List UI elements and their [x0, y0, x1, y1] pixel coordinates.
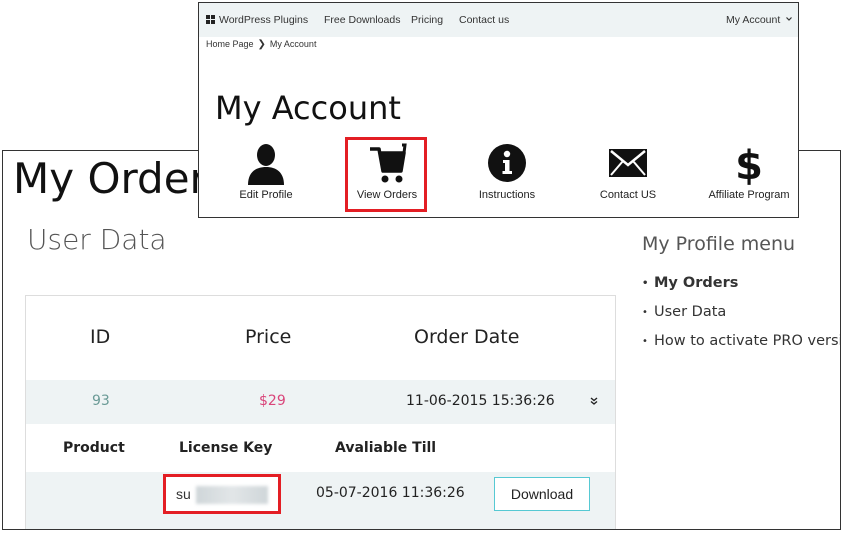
nav-item-pricing[interactable]: Pricing: [411, 14, 443, 26]
tile-affiliate-program[interactable]: $ Affiliate Program: [699, 143, 798, 211]
available-till-date: 05-07-2016 11:36:26: [316, 485, 465, 501]
nav-brand-link[interactable]: WordPress Plugins: [219, 14, 308, 26]
tile-label: Contact US: [599, 189, 657, 201]
product-header-row: Product License Key Avaliable Till: [26, 424, 615, 472]
license-key-redaction: [196, 486, 268, 504]
grid-icon: [206, 15, 215, 24]
order-price: $29: [259, 393, 286, 409]
breadcrumb-separator-icon: ❯: [257, 39, 266, 50]
account-menu-label: My Account: [726, 14, 781, 26]
tile-label: Instructions: [478, 189, 536, 201]
info-icon: [488, 144, 526, 182]
license-key-highlight: su: [163, 474, 281, 514]
license-key-value[interactable]: su: [176, 486, 191, 502]
profile-menu-item-my-orders[interactable]: My Orders: [642, 275, 840, 304]
profile-menu-item-activate-pro[interactable]: How to activate PRO version: [642, 333, 840, 362]
tile-instructions[interactable]: Instructions: [457, 143, 557, 211]
tile-contact-us[interactable]: Contact US: [578, 143, 678, 211]
tile-label: Edit Profile: [239, 189, 293, 201]
profile-menu-item-user-data[interactable]: User Data: [642, 304, 840, 333]
chevron-down-icon: [786, 17, 793, 21]
table-header-row: ID Price Order Date: [26, 296, 615, 380]
my-account-window: WordPress Plugins Free Downloads Pricing…: [198, 2, 799, 218]
column-header-available-till: Avaliable Till: [335, 440, 437, 456]
account-menu[interactable]: My Account: [726, 14, 793, 26]
column-header-license-key: License Key: [179, 440, 273, 456]
nav-item-free-downloads[interactable]: Free Downloads: [324, 14, 400, 26]
column-header-order-date: Order Date: [414, 326, 520, 348]
dollar-icon: $: [735, 143, 763, 185]
tile-edit-profile[interactable]: Edit Profile: [216, 143, 316, 211]
profile-menu: My Profile menu My Orders User Data How …: [642, 233, 840, 362]
top-navigation: WordPress Plugins Free Downloads Pricing…: [199, 3, 798, 37]
product-row: su 05-07-2016 11:36:26 Download: [26, 472, 615, 529]
download-button[interactable]: Download: [494, 477, 590, 511]
user-icon: [248, 144, 284, 185]
table-row[interactable]: 93 $29 11-06-2015 15:36:26: [26, 380, 615, 424]
svg-text:$: $: [735, 143, 763, 185]
breadcrumb: Home Page ❯ My Account: [206, 39, 316, 50]
envelope-icon: [609, 149, 647, 177]
view-orders-highlight: [345, 137, 427, 212]
profile-menu-title: My Profile menu: [642, 233, 796, 255]
chevron-down-icon[interactable]: [588, 394, 600, 406]
orders-table: ID Price Order Date 93 $29 11-06-2015 15…: [25, 295, 616, 529]
section-heading: User Data: [27, 223, 167, 256]
column-header-id: ID: [90, 326, 111, 348]
column-header-product: Product: [63, 440, 125, 456]
tile-label: Affiliate Program: [708, 189, 790, 201]
nav-item-contact-us[interactable]: Contact us: [459, 14, 509, 26]
page-title: My Orders: [13, 154, 229, 203]
column-header-price: Price: [245, 326, 292, 348]
order-date: 11-06-2015 15:36:26: [406, 393, 555, 409]
breadcrumb-current: My Account: [269, 39, 317, 49]
breadcrumb-home[interactable]: Home Page: [206, 39, 254, 49]
account-title: My Account: [215, 89, 401, 127]
order-id: 93: [92, 393, 110, 409]
